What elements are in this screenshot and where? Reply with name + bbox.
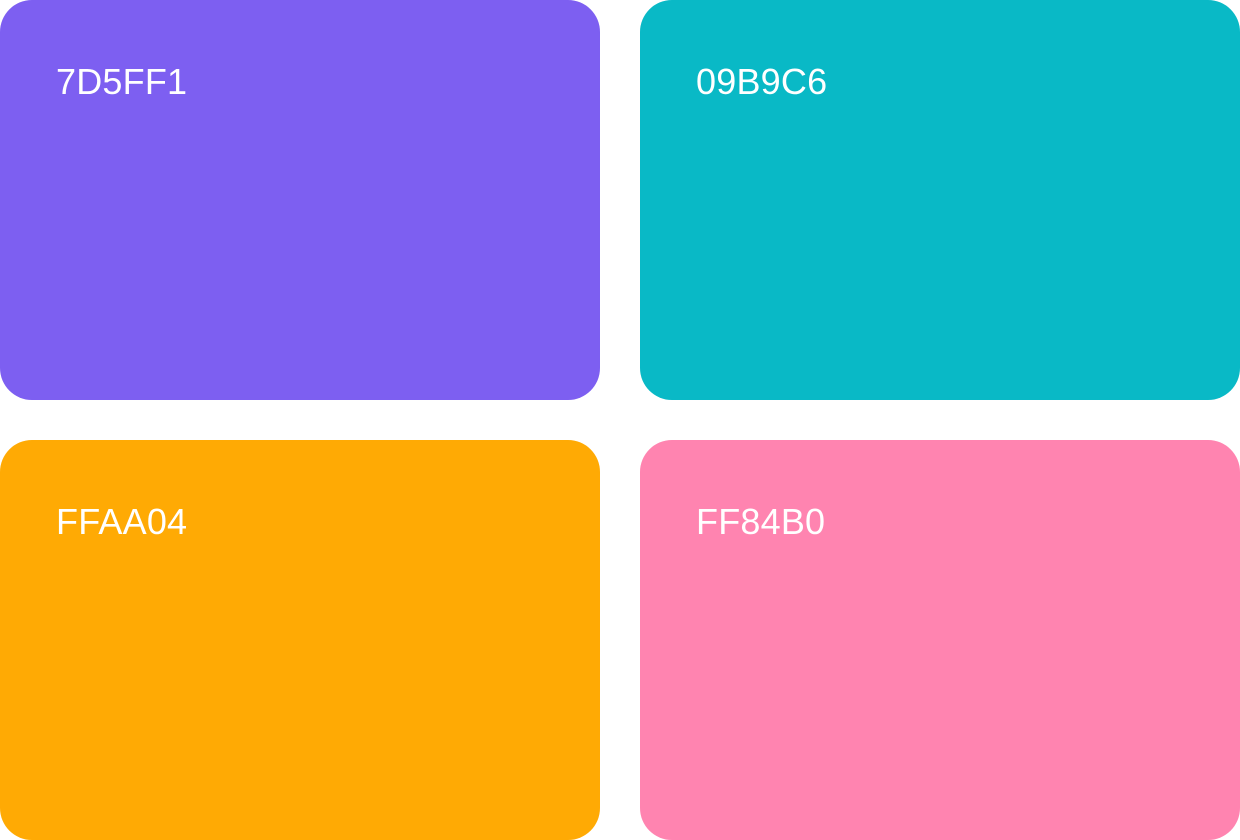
color-swatch-purple[interactable]: 7D5FF1 [0, 0, 600, 400]
color-palette-grid: 7D5FF1 09B9C6 FFAA04 FF84B0 [0, 0, 1240, 840]
swatch-hex-label: 09B9C6 [696, 61, 828, 102]
color-swatch-pink[interactable]: FF84B0 [640, 440, 1240, 840]
swatch-hex-label: 7D5FF1 [56, 61, 188, 102]
color-swatch-teal[interactable]: 09B9C6 [640, 0, 1240, 400]
color-swatch-orange[interactable]: FFAA04 [0, 440, 600, 840]
swatch-hex-label: FFAA04 [56, 501, 188, 542]
swatch-hex-label: FF84B0 [696, 501, 826, 542]
